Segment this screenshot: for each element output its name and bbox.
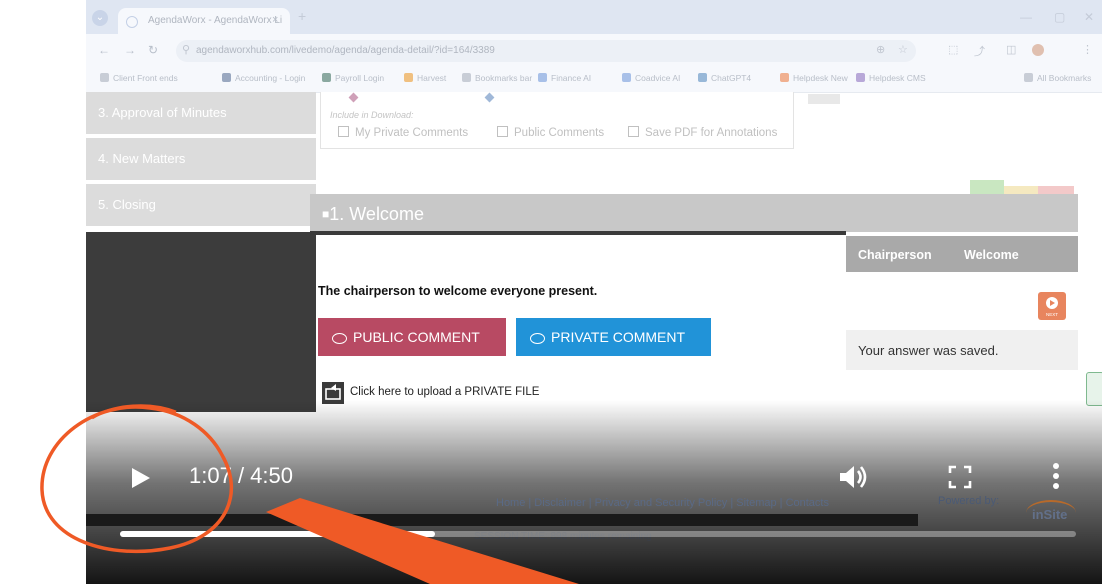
download-options-panel [320,92,794,149]
include-label: Include in Download: [330,110,414,120]
sidebar-dark-panel [86,232,316,412]
next-label: NEXT [1046,312,1058,317]
bookmark-icon [462,73,471,82]
save-pdf-checkbox[interactable]: Save PDF for Annotations [628,126,777,139]
bookmark-item[interactable]: Client Front ends [100,73,178,83]
bookmark-icon [222,73,231,82]
private-comments-checkbox[interactable]: My Private Comments [338,126,468,139]
bookmark-item[interactable]: Helpdesk New [780,73,848,83]
bookmark-item[interactable]: Harvest [404,73,446,83]
all-bookmarks[interactable]: All Bookmarks [1024,73,1091,83]
panel-tag [808,94,840,104]
more-options-icon[interactable] [1052,462,1060,490]
powered-by-label: Powered by: [938,495,1000,507]
saved-message: Your answer was saved. [846,330,1078,370]
tab-favicon-icon [126,16,138,28]
footer-band [86,514,918,526]
bookmark-item[interactable]: Coadvice AI [622,73,680,83]
share-icon[interactable]: ⤴ [974,43,985,59]
bookmark-item[interactable]: Bookmarks bar [462,73,532,83]
bookmark-item[interactable]: ChatGPT4 [698,73,751,83]
comment-bubble-icon [332,333,347,344]
role-label: Chairperson [858,248,932,262]
volume-icon[interactable] [836,462,876,492]
current-time: 1:07 [189,463,232,488]
header-underline [310,231,846,235]
site-info-icon[interactable]: ⚲ [182,43,190,56]
bookmark-item[interactable]: Helpdesk CMS [856,73,926,83]
sidepanel-icon[interactable]: ◫ [1006,43,1016,56]
sidebar-item-new-matters[interactable]: 4. New Matters [86,138,316,180]
browser-tab[interactable]: AgendaWorx - AgendaWorx Li [118,8,290,34]
video-frame[interactable]: ⌄ AgendaWorx - AgendaWorx Li × + — ▢ ✕ ←… [86,0,1102,584]
upload-private-file-link[interactable]: Click here to upload a PRIVATE FILE [350,386,539,398]
bookmark-icon [322,73,331,82]
public-comment-button[interactable]: PUBLIC COMMENT [318,318,506,356]
comment-bubble-icon [530,333,545,344]
bookmark-icon [856,73,865,82]
extension-icon[interactable]: ⬚ [948,43,958,56]
bookmark-icon [404,73,413,82]
tab-close-icon[interactable]: × [272,14,278,26]
role-value: Welcome [964,248,1019,262]
profile-avatar[interactable] [1032,44,1044,56]
maximize-icon[interactable]: ▢ [1054,10,1065,24]
new-tab-icon[interactable]: + [298,8,306,24]
minimize-icon[interactable]: — [1020,10,1032,24]
bookmark-icon [622,73,631,82]
bookmark-icon [538,73,547,82]
reload-icon[interactable]: ↻ [148,43,158,57]
bookmark-icon [698,73,707,82]
next-button[interactable]: NEXT [1038,292,1066,320]
bookmark-item[interactable]: Finance AI [538,73,591,83]
bookmark-item[interactable]: Payroll Login [322,73,384,83]
private-comment-button[interactable]: PRIVATE COMMENT [516,318,711,356]
agenda-item-title: 1. Welcome [329,204,424,224]
footer-links[interactable]: Home | Disclaimer | Privacy and Security… [496,497,829,509]
bookmark-icon [780,73,789,82]
item-description: The chairperson to welcome everyone pres… [318,284,598,298]
agenda-item-header: ■1. Welcome [310,194,1078,232]
next-icon: NEXT [1046,297,1058,317]
tab-search-icon[interactable]: ⌄ [92,10,108,26]
sidebar-item-approval[interactable]: 3. Approval of Minutes [86,92,316,134]
role-box: Chairperson Welcome [846,236,1078,272]
progress-bar[interactable] [120,531,1076,537]
bookmark-item[interactable]: Accounting - Login [222,73,305,83]
player-controls-gradient [86,400,1102,584]
bookmark-star-icon[interactable]: ☆ [898,43,908,56]
progress-bar-fill [120,531,436,537]
address-text: agendaworxhub.com/livedemo/agenda/agenda… [196,45,495,56]
bookmark-icon [100,73,109,82]
browser-menu-icon[interactable]: ⋮ [1082,43,1093,56]
insite-logo-text: inSite [1032,507,1068,522]
public-comments-checkbox[interactable]: Public Comments [497,126,604,139]
zoom-icon[interactable]: ⊕ [876,43,885,56]
duration: 4:50 [250,463,293,488]
play-icon[interactable] [132,468,150,488]
fullscreen-icon[interactable] [948,465,972,489]
folder-icon [1024,73,1033,82]
time-display: 1:07 / 4:50 [189,463,293,488]
back-icon[interactable]: ← [98,43,110,57]
window-close-icon[interactable]: ✕ [1084,10,1094,24]
forward-icon[interactable]: → [124,43,136,57]
sidebar-item-closing[interactable]: 5. Closing [86,184,316,226]
